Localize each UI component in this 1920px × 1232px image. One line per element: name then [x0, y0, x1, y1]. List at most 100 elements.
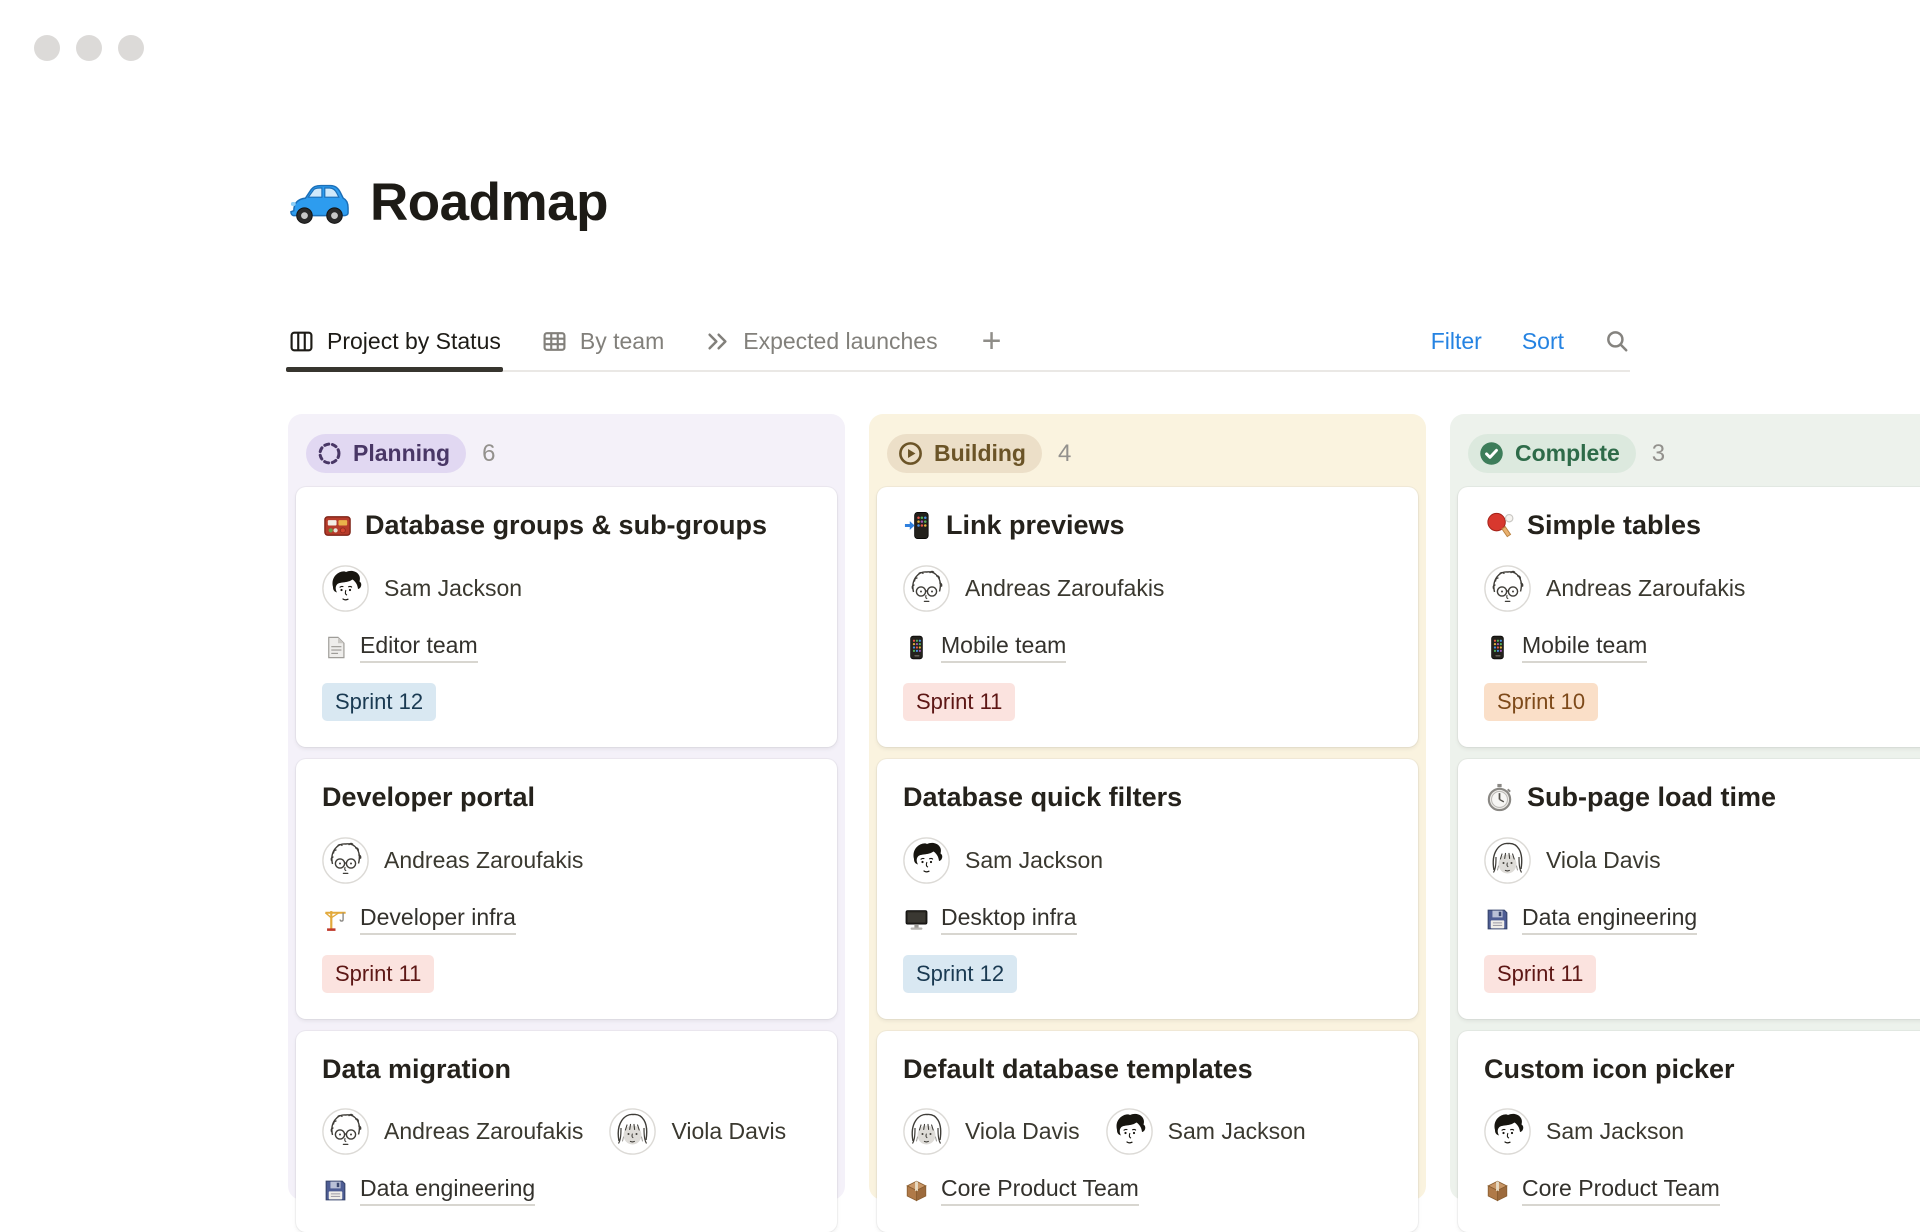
board-view-icon	[288, 328, 315, 355]
team-link[interactable]: Core Product Team	[941, 1175, 1139, 1206]
status-pill[interactable]: Building	[887, 434, 1042, 473]
avatar	[609, 1108, 656, 1155]
person-name: Sam Jackson	[384, 575, 522, 602]
sprint-tag: Sprint 11	[903, 683, 1015, 721]
avatar	[903, 565, 950, 612]
avatar	[1106, 1108, 1153, 1155]
avatar	[1484, 1108, 1531, 1155]
card-people: Viola Davis	[1484, 837, 1920, 884]
person-name: Andreas Zaroufakis	[1546, 575, 1745, 602]
add-view-button[interactable]: +	[982, 324, 1002, 358]
person: Andreas Zaroufakis	[903, 565, 1164, 612]
team-emoji-icon	[322, 1177, 349, 1204]
card-title-row: Default database templates	[903, 1053, 1392, 1087]
filter-button[interactable]: Filter	[1431, 328, 1482, 355]
team-emoji-icon	[1484, 1177, 1511, 1204]
card-title: Simple tables	[1527, 509, 1701, 543]
card-title-row: Developer portal	[322, 781, 811, 815]
window-control-dot[interactable]	[34, 35, 60, 61]
person-name: Viola Davis	[965, 1118, 1080, 1145]
team-link[interactable]: Mobile team	[1522, 632, 1647, 663]
project-card[interactable]: Link previews Andreas Zaroufakis Mobile …	[877, 487, 1418, 747]
card-team-row: Mobile team	[903, 632, 1392, 663]
card-title: Data migration	[322, 1053, 511, 1087]
team-link[interactable]: Mobile team	[941, 632, 1066, 663]
card-people: Andreas Zaroufakis	[903, 565, 1392, 612]
person: Sam Jackson	[1106, 1108, 1306, 1155]
card-team-row: Data engineering	[322, 1175, 811, 1206]
tab-project-by-status[interactable]: Project by Status	[288, 312, 501, 370]
team-emoji-icon	[322, 634, 349, 661]
team-link[interactable]: Data engineering	[360, 1175, 535, 1206]
person-name: Andreas Zaroufakis	[965, 575, 1164, 602]
project-card[interactable]: Custom icon picker Sam Jackson Core Prod…	[1458, 1031, 1920, 1232]
car-emoji-icon[interactable]	[288, 177, 350, 229]
card-team-row: Editor team	[322, 632, 811, 663]
card-people: Andreas Zaroufakis Viola Davis	[322, 1108, 811, 1155]
card-title: Database groups & sub-groups	[365, 509, 767, 543]
person-name: Sam Jackson	[1168, 1118, 1306, 1145]
card-team-row: Desktop infra	[903, 904, 1392, 935]
project-card[interactable]: Developer portal Andreas Zaroufakis Deve…	[296, 759, 837, 1019]
column-header: Building 4	[877, 422, 1418, 487]
card-people: Sam Jackson	[903, 837, 1392, 884]
card-title-row: Sub-page load time	[1484, 781, 1920, 815]
card-team-row: Mobile team	[1484, 632, 1920, 663]
sprint-tag: Sprint 12	[322, 683, 436, 721]
person-name: Sam Jackson	[1546, 1118, 1684, 1145]
status-icon	[897, 440, 924, 467]
project-card[interactable]: Database quick filters Sam Jackson Deskt…	[877, 759, 1418, 1019]
person: Andreas Zaroufakis	[322, 837, 583, 884]
person: Andreas Zaroufakis	[1484, 565, 1745, 612]
status-label: Complete	[1515, 440, 1620, 467]
column-cards: Simple tables Andreas Zaroufakis Mobile …	[1458, 487, 1920, 1232]
project-card[interactable]: Sub-page load time Viola Davis Data engi…	[1458, 759, 1920, 1019]
card-title: Sub-page load time	[1527, 781, 1776, 815]
team-link[interactable]: Core Product Team	[1522, 1175, 1720, 1206]
project-card[interactable]: Database groups & sub-groups Sam Jackson…	[296, 487, 837, 747]
team-link[interactable]: Editor team	[360, 632, 478, 663]
view-tabs: Project by Status By team Expected launc…	[288, 312, 1001, 370]
team-link[interactable]: Desktop infra	[941, 904, 1077, 935]
avatar	[322, 837, 369, 884]
person: Viola Davis	[609, 1108, 786, 1155]
sort-button[interactable]: Sort	[1522, 328, 1564, 355]
project-card[interactable]: Simple tables Andreas Zaroufakis Mobile …	[1458, 487, 1920, 747]
status-pill[interactable]: Planning	[306, 434, 466, 473]
tab-label: By team	[580, 328, 664, 355]
project-card[interactable]: Data migration Andreas Zaroufakis Viola …	[296, 1031, 837, 1232]
avatar	[1484, 837, 1531, 884]
tab-by-team[interactable]: By team	[541, 312, 664, 370]
status-label: Planning	[353, 440, 450, 467]
status-icon	[316, 440, 343, 467]
project-card[interactable]: Default database templates Viola Davis S…	[877, 1031, 1418, 1232]
avatar	[322, 565, 369, 612]
view-tabbar: Project by Status By team Expected launc…	[288, 312, 1630, 372]
status-icon	[1478, 440, 1505, 467]
card-people: Sam Jackson	[1484, 1108, 1920, 1155]
team-emoji-icon	[1484, 634, 1511, 661]
team-emoji-icon	[903, 1177, 930, 1204]
team-link[interactable]: Developer infra	[360, 904, 516, 935]
search-icon[interactable]	[1604, 328, 1630, 354]
team-emoji-icon	[903, 906, 930, 933]
card-title-row: Data migration	[322, 1053, 811, 1087]
card-people: Andreas Zaroufakis	[322, 837, 811, 884]
person-name: Viola Davis	[1546, 847, 1661, 874]
view-controls: Filter Sort	[1431, 328, 1630, 355]
card-team-row: Developer infra	[322, 904, 811, 935]
status-pill[interactable]: Complete	[1468, 434, 1636, 473]
card-team-row: Core Product Team	[1484, 1175, 1920, 1206]
board: Planning 6 Database groups & sub-groups …	[288, 414, 1920, 1200]
column-cards: Link previews Andreas Zaroufakis Mobile …	[877, 487, 1418, 1232]
board-column: Complete 3 Simple tables Andreas Zaroufa…	[1450, 414, 1920, 1200]
card-emoji-icon	[903, 510, 934, 541]
card-emoji-icon	[1484, 782, 1515, 813]
window-control-dot[interactable]	[118, 35, 144, 61]
card-team-row: Core Product Team	[903, 1175, 1392, 1206]
tab-expected-launches[interactable]: Expected launches	[704, 312, 937, 370]
window-control-dot[interactable]	[76, 35, 102, 61]
team-link[interactable]: Data engineering	[1522, 904, 1697, 935]
page-title: Roadmap	[370, 172, 608, 233]
card-title: Default database templates	[903, 1053, 1253, 1087]
